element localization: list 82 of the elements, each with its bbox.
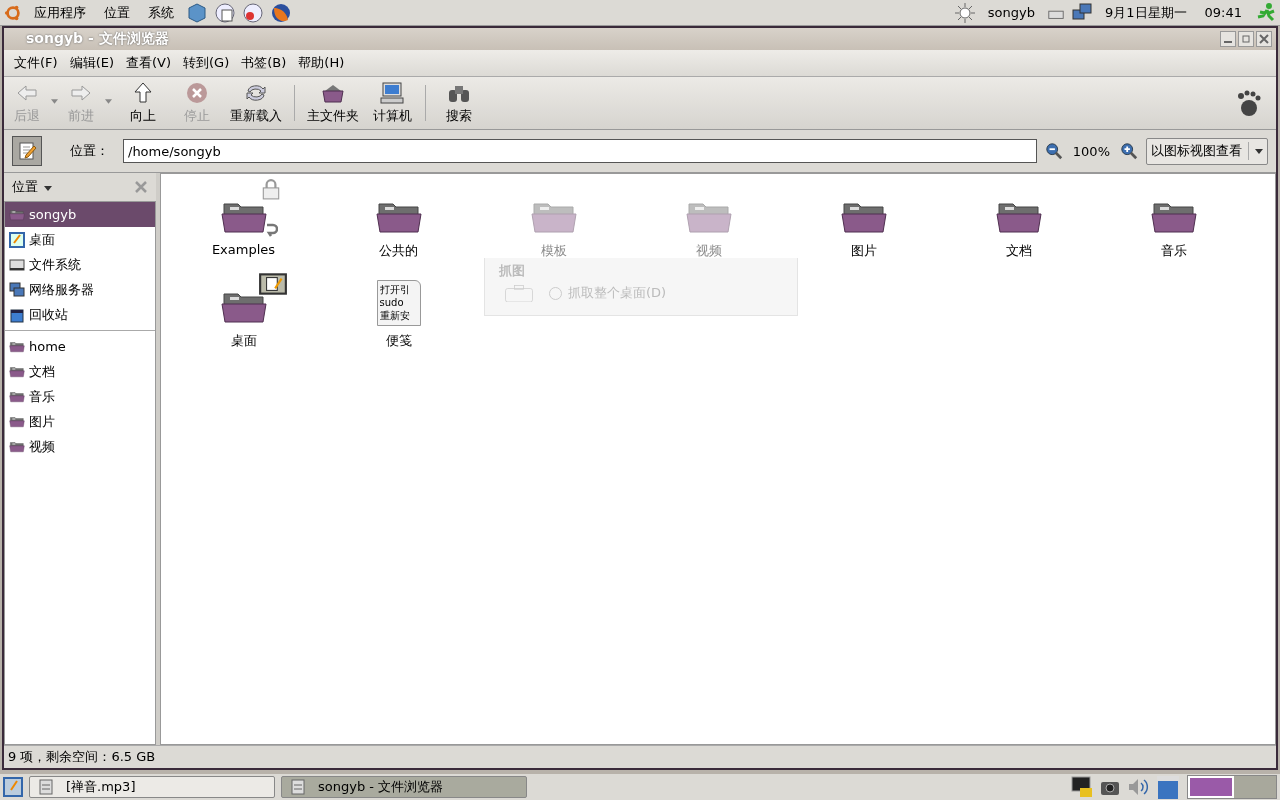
preview-text: sudo	[379, 296, 405, 309]
show-desktop-icon[interactable]	[3, 777, 23, 797]
file-item[interactable]: 桌面	[166, 270, 321, 350]
status-text: 9 项，剩余空间：6.5 GB	[8, 748, 156, 766]
preview-text: 打开引	[379, 283, 411, 296]
sidebar-item[interactable]: 图片	[5, 409, 155, 434]
note-pencil-icon	[17, 141, 37, 161]
clock-date[interactable]: 9月1日星期一	[1099, 3, 1193, 22]
dialog-section-title: 抓图	[499, 263, 525, 278]
file-item[interactable]: 文档	[941, 180, 1096, 260]
sun-icon[interactable]	[953, 1, 976, 24]
sidebar-item[interactable]: 网络服务器	[5, 277, 155, 302]
folder-icon	[9, 415, 25, 428]
sidebar-item[interactable]: 回收站	[5, 302, 155, 327]
file-item[interactable]: 公共的	[321, 180, 476, 260]
toolbar-button[interactable]: 重新载入	[224, 79, 288, 127]
panel-menu[interactable]: 位置	[98, 3, 136, 22]
zoom-out-icon[interactable]	[1044, 142, 1063, 160]
sidebar-item[interactable]: 桌面	[5, 227, 155, 252]
sidebar-item[interactable]: songyb	[5, 202, 155, 227]
menu-item[interactable]: 查看(V)	[122, 52, 176, 74]
stop-icon	[185, 81, 209, 105]
up-arrow-icon	[131, 81, 155, 105]
preview-text: 重新安	[379, 309, 411, 322]
taskbar-button[interactable]: songyb - 文件浏览器	[281, 776, 527, 798]
menu-item[interactable]: 文件(F)	[10, 52, 62, 74]
menu-item[interactable]: 转到(G)	[179, 52, 234, 74]
sidebar-item[interactable]: 音乐	[5, 384, 155, 409]
location-label: 位置：	[70, 142, 109, 160]
menu-item[interactable]: 编辑(E)	[65, 52, 118, 74]
folder-icon	[9, 390, 25, 403]
file-item[interactable]: 音乐	[1096, 180, 1251, 260]
file-item[interactable]: 打开引 sudo 重新安 便笺	[321, 270, 476, 350]
panel-menu[interactable]: 系统	[142, 3, 180, 22]
edit-location-button[interactable]	[12, 136, 42, 166]
desktop-icon	[257, 272, 288, 296]
lock-screen-icon[interactable]	[1071, 776, 1093, 798]
file-item[interactable]: Examples	[166, 180, 321, 260]
caret-icon	[44, 186, 52, 191]
dropdown-arrow-icon	[105, 99, 112, 104]
sidebar-item[interactable]: 文档	[5, 359, 155, 384]
folder-icon	[9, 365, 25, 378]
dropdown-arrow-icon	[51, 99, 58, 104]
disk-drive-icon	[9, 256, 25, 273]
folder-icon	[9, 440, 25, 453]
file-item[interactable]: 视频	[631, 180, 786, 260]
zoom-level: 100%	[1071, 143, 1111, 159]
toolbar-button[interactable]: 计算机	[365, 79, 419, 127]
location-field[interactable]: /home/songyb	[123, 139, 1037, 163]
user-name[interactable]: songyb	[981, 5, 1041, 20]
sidebar-item[interactable]: 视频	[5, 434, 155, 459]
volume-icon[interactable]	[1127, 776, 1149, 798]
minimize-icon[interactable]	[1220, 31, 1236, 47]
computer-icon	[380, 81, 404, 105]
file-item[interactable]: 图片	[786, 180, 941, 260]
caret-icon	[1255, 148, 1263, 154]
menu-item[interactable]: 书签(B)	[237, 52, 291, 74]
folder-icon	[9, 208, 25, 221]
logo-icon[interactable]	[4, 3, 22, 22]
menu-item[interactable]: 帮助(H)	[294, 52, 349, 74]
folder-icon	[9, 340, 25, 353]
clock-time[interactable]: 09:41	[1198, 5, 1248, 20]
desktop-icon	[9, 231, 25, 248]
panel-menu[interactable]: 应用程序	[28, 3, 92, 22]
zoom-in-icon[interactable]	[1120, 142, 1138, 160]
window-icon	[38, 779, 54, 795]
view-select[interactable]: 以图标视图查看	[1146, 137, 1268, 165]
close-icon[interactable]	[1256, 31, 1272, 47]
window-icon	[290, 779, 306, 795]
taskbar-button[interactable]: [禅音.mp3]	[29, 776, 275, 798]
sidebar-item[interactable]: 文件系统	[5, 252, 155, 277]
toolbar-button[interactable]: 搜索	[432, 79, 486, 127]
file-item[interactable]: 模板	[476, 180, 631, 260]
trash-icon	[9, 306, 25, 323]
toolbar-button[interactable]: 主文件夹	[301, 79, 365, 127]
window-title: songyb - 文件浏览器	[25, 30, 169, 48]
workspace-switcher[interactable]	[1187, 775, 1277, 799]
sidebar-type-select[interactable]: 位置	[8, 178, 56, 196]
sidebar-item[interactable]: home	[5, 334, 155, 359]
network-icon	[9, 281, 25, 298]
trash-icon[interactable]	[1155, 774, 1181, 800]
toolbar-button[interactable]: 向上	[116, 79, 170, 127]
